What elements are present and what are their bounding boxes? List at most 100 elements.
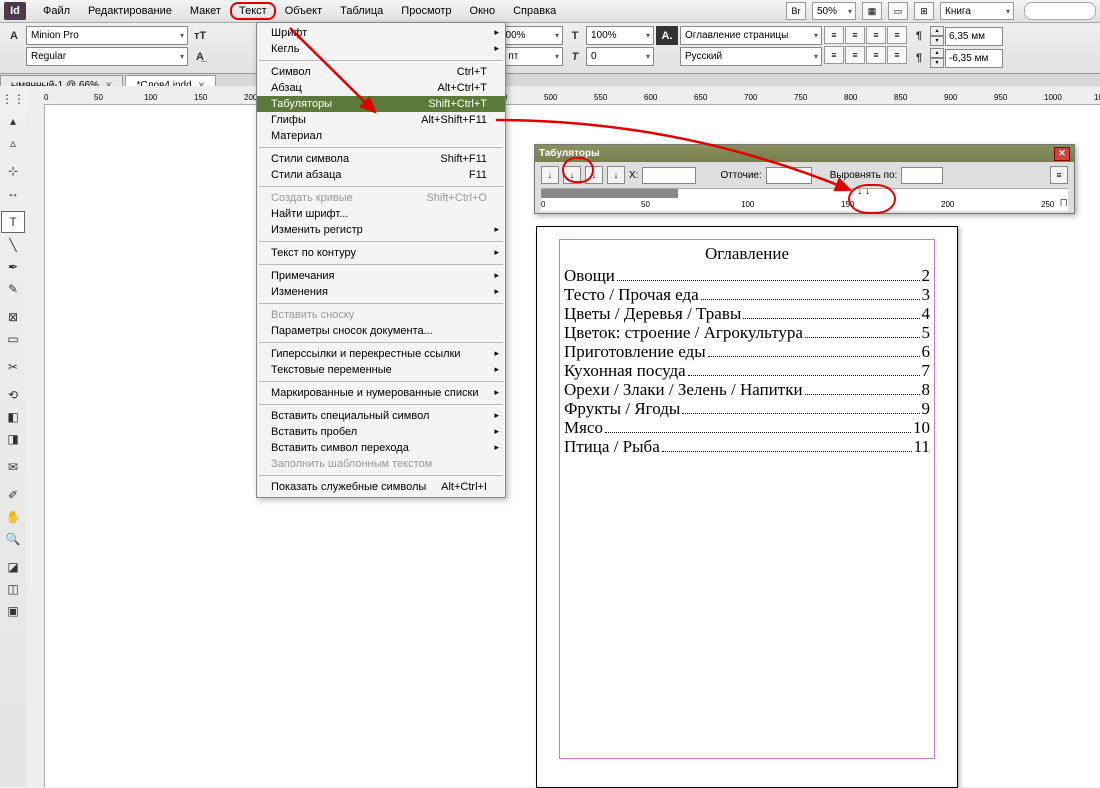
direct-select-tool[interactable]: ▵: [2, 133, 24, 153]
bridge-icon[interactable]: Br: [786, 2, 806, 20]
vertical-ruler[interactable]: [26, 104, 45, 787]
skew-select[interactable]: 0: [586, 47, 654, 66]
menu-item[interactable]: Шрифт: [257, 25, 505, 41]
menu-item[interactable]: Кегль: [257, 41, 505, 57]
gap-tool[interactable]: ↔: [2, 183, 24, 203]
tabs-panel[interactable]: Табуляторы ✕ ↓ ↓ ↓ ↓ X: Отточие: Выровня…: [534, 144, 1075, 214]
menu-item[interactable]: Изменения: [257, 284, 505, 300]
magnet-icon[interactable]: ⊓: [1059, 196, 1068, 209]
menu-item[interactable]: Текстовые переменные: [257, 362, 505, 378]
align-field[interactable]: [901, 167, 943, 184]
menu-view[interactable]: Просмотр: [392, 2, 460, 20]
language-select[interactable]: Русский: [680, 47, 822, 66]
text-frame[interactable]: Оглавление Овощи2Тесто / Прочая еда3Цвет…: [559, 239, 935, 759]
control-panel: A Minion Pro Regular тТ А̲ T100% Aª0 пт …: [0, 23, 1100, 74]
align-jl-icon[interactable]: ≡: [824, 46, 844, 64]
menu-table[interactable]: Таблица: [331, 2, 392, 20]
menu-file[interactable]: Файл: [34, 2, 79, 20]
screen-mode-icon[interactable]: ▭: [888, 2, 908, 20]
para-style-select[interactable]: Оглавление страницы: [680, 26, 822, 45]
transform-tool[interactable]: ⟲: [2, 385, 24, 405]
menu-item[interactable]: Вставить символ перехода: [257, 440, 505, 456]
tabs-panel-header[interactable]: Табуляторы ✕: [535, 145, 1074, 162]
toc-row: Цветы / Деревья / Травы4: [560, 304, 934, 323]
rect-tool[interactable]: ▭: [2, 329, 24, 349]
menu-layout[interactable]: Макет: [181, 2, 230, 20]
x-field[interactable]: [642, 167, 696, 184]
toc-row: Орехи / Злаки / Зелень / Напитки8: [560, 380, 934, 399]
menu-item[interactable]: Найти шрифт...: [257, 206, 505, 222]
workspace-select[interactable]: Книга: [940, 2, 1014, 20]
grip-icon[interactable]: ⋮⋮: [2, 89, 24, 109]
hand-tool[interactable]: ✋: [2, 507, 24, 527]
menu-item[interactable]: Вставить специальный символ: [257, 408, 505, 424]
search-input[interactable]: [1024, 2, 1096, 20]
page-tool[interactable]: ⊹: [2, 161, 24, 181]
indent-left-field[interactable]: 6,35 мм: [945, 27, 1003, 46]
tab-left-icon[interactable]: ↓: [541, 166, 559, 184]
close-icon[interactable]: ✕: [1054, 147, 1070, 161]
pen-tool[interactable]: ✒: [2, 257, 24, 277]
tab-center-icon[interactable]: ↓: [563, 166, 581, 184]
tab-right-icon[interactable]: ↓: [585, 166, 603, 184]
menu-item[interactable]: Материал: [257, 128, 505, 144]
eyedropper-tool[interactable]: ✐: [2, 485, 24, 505]
zoom-tool[interactable]: 🔍: [2, 529, 24, 549]
align-full-icon[interactable]: ≡: [887, 46, 907, 64]
vscale-select[interactable]: 100%: [586, 26, 654, 45]
menu-item[interactable]: Гиперссылки и перекрестные ссылки: [257, 346, 505, 362]
panel-menu-icon[interactable]: ≡: [1050, 166, 1068, 184]
view-mode-icon[interactable]: ▦: [862, 2, 882, 20]
menu-help[interactable]: Справка: [504, 2, 565, 20]
font-select[interactable]: Minion Pro: [26, 26, 188, 45]
apply-color-icon[interactable]: ◫: [2, 579, 24, 599]
selection-tool[interactable]: ▴: [2, 111, 24, 131]
indent-first-field[interactable]: -6,35 мм: [945, 49, 1003, 68]
align-jr-icon[interactable]: ≡: [866, 46, 886, 64]
char-mode-icon[interactable]: A: [4, 26, 24, 45]
align-center-icon[interactable]: ≡: [845, 26, 865, 44]
horizontal-ruler[interactable]: 0501001502002503003504004505005506006507…: [26, 86, 1100, 105]
rect-frame-tool[interactable]: ⊠: [2, 307, 24, 327]
menu-item[interactable]: ТабуляторыShift+Ctrl+T: [257, 96, 505, 112]
zoom-select[interactable]: 50%: [812, 2, 856, 20]
note-tool[interactable]: ✉: [2, 457, 24, 477]
toc-row: Приготовление еды6: [560, 342, 934, 361]
arrange-icon[interactable]: ⊞: [914, 2, 934, 20]
font-style-select[interactable]: Regular: [26, 47, 188, 66]
toc-row: Птица / Рыба11: [560, 437, 934, 456]
gradient-swatch-tool[interactable]: ◧: [2, 407, 24, 427]
menu-item[interactable]: ГлифыAlt+Shift+F11: [257, 112, 505, 128]
menu-text[interactable]: Текст: [230, 2, 276, 20]
menu-item[interactable]: Параметры сносок документа...: [257, 323, 505, 339]
align-left-icon[interactable]: ≡: [824, 26, 844, 44]
menu-object[interactable]: Объект: [276, 2, 331, 20]
align-justify-icon[interactable]: ≡: [887, 26, 907, 44]
screen-mode-tool[interactable]: ▣: [2, 601, 24, 621]
menu-item[interactable]: Показать служебные символыAlt+Ctrl+I: [257, 479, 505, 495]
tabs-ruler[interactable]: ↓ ↓ 050100150200250: [541, 188, 1068, 211]
menu-item[interactable]: Изменить регистр: [257, 222, 505, 238]
fill-stroke-icon[interactable]: ◪: [2, 557, 24, 577]
type-tool[interactable]: T: [1, 211, 25, 233]
menu-item[interactable]: Вставить пробел: [257, 424, 505, 440]
menu-item[interactable]: СимволCtrl+T: [257, 64, 505, 80]
align-right-icon[interactable]: ≡: [866, 26, 886, 44]
line-tool[interactable]: ╲: [2, 235, 24, 255]
menu-item[interactable]: Маркированные и нумерованные списки: [257, 385, 505, 401]
menu-item[interactable]: Стили абзацаF11: [257, 167, 505, 183]
menu-item[interactable]: Стили символаShift+F11: [257, 151, 505, 167]
align-jc-icon[interactable]: ≡: [845, 46, 865, 64]
pencil-tool[interactable]: ✎: [2, 279, 24, 299]
menu-edit[interactable]: Редактирование: [79, 2, 181, 20]
page: Оглавление Овощи2Тесто / Прочая еда3Цвет…: [536, 226, 958, 788]
tab-decimal-icon[interactable]: ↓: [607, 166, 625, 184]
menu-item[interactable]: Текст по контуру: [257, 245, 505, 261]
menu-item[interactable]: Примечания: [257, 268, 505, 284]
menu-window[interactable]: Окно: [461, 2, 505, 20]
fill-swatch-icon[interactable]: A.: [656, 26, 678, 45]
scissors-tool[interactable]: ✂: [2, 357, 24, 377]
gradient-feather-tool[interactable]: ◨: [2, 429, 24, 449]
menu-item[interactable]: АбзацAlt+Ctrl+T: [257, 80, 505, 96]
leader-field[interactable]: [766, 167, 812, 184]
